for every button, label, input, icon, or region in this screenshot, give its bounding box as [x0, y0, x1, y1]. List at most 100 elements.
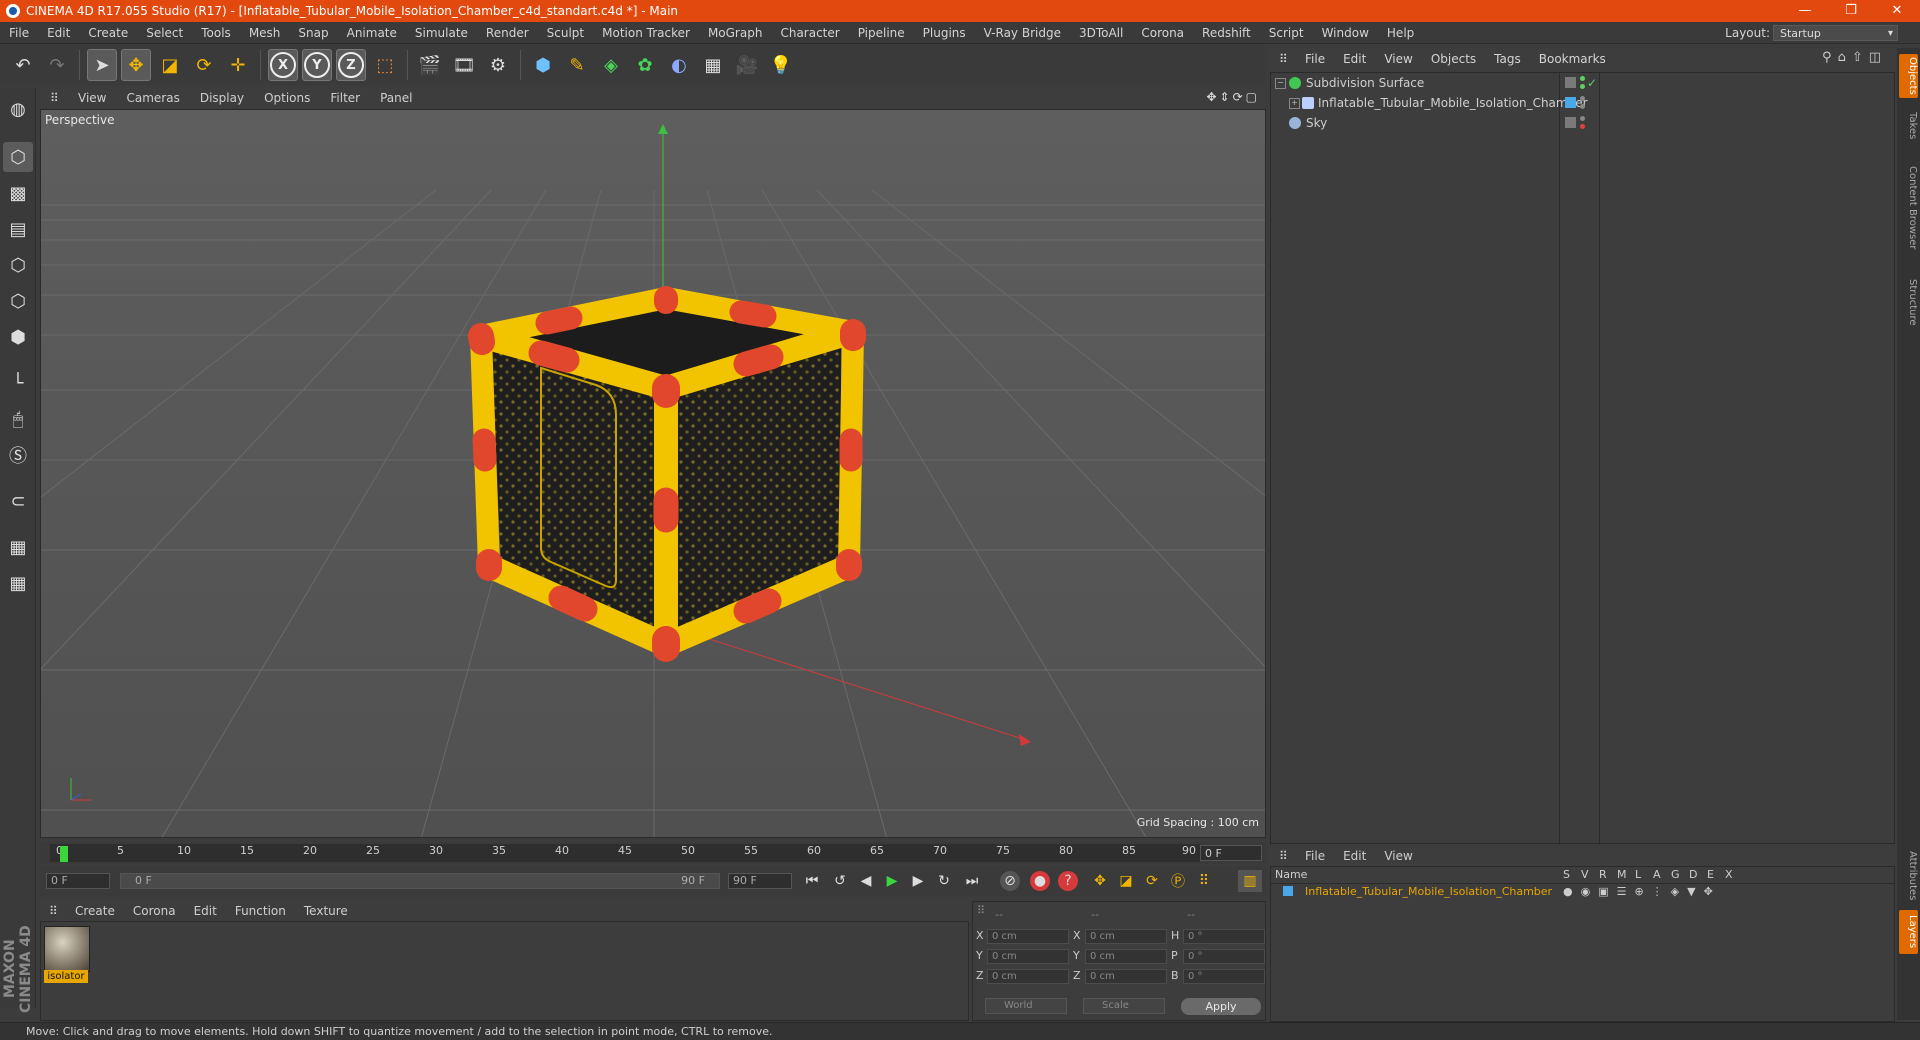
layer-name[interactable]: Inflatable_Tubular_Mobile_Isolation_Cham…	[1305, 885, 1552, 898]
deformer-icon[interactable]: ◐	[664, 49, 694, 81]
menu-tools[interactable]: Tools	[192, 22, 240, 44]
edges-mode-icon[interactable]: ⬡	[3, 286, 33, 316]
timeline-window-icon[interactable]: ▥	[1238, 870, 1262, 892]
menu-3dtoall[interactable]: 3DToAll	[1070, 22, 1132, 44]
keyframe-selection-icon[interactable]: ?	[1058, 871, 1078, 891]
size-z-field[interactable]: 0 cm	[1085, 969, 1167, 984]
pos-x-field[interactable]: 0 cm	[987, 929, 1069, 944]
polygons-mode-icon[interactable]: ⬢	[3, 322, 33, 352]
live-select-icon[interactable]: ✛	[223, 49, 253, 81]
tab-content-browser[interactable]: Content Browser	[1899, 148, 1918, 268]
cube-primitive-icon[interactable]: ⬢	[528, 49, 558, 81]
layer-color-box[interactable]	[1565, 117, 1576, 128]
column-xref[interactable]: X	[1725, 868, 1733, 881]
menu-character[interactable]: Character	[771, 22, 848, 44]
layout-dropdown[interactable]: Startup	[1773, 25, 1898, 42]
menu-plugins[interactable]: Plugins	[914, 22, 975, 44]
timeline-playhead[interactable]	[60, 846, 68, 862]
menu-sculpt[interactable]: Sculpt	[538, 22, 593, 44]
object-row-chamber[interactable]: + Inflatable_Tubular_Mobile_Isolation_Ch…	[1271, 93, 1894, 113]
menu-render[interactable]: Render	[477, 22, 538, 44]
tab-layers[interactable]: Layers	[1899, 910, 1918, 954]
object-manager-search-home-icons[interactable]: ⚲⌂⇧◫	[1822, 50, 1887, 65]
layer-color-box[interactable]	[1565, 77, 1576, 88]
rot-h-field[interactable]: 0 °	[1183, 929, 1265, 944]
editor-visibility-dot[interactable]	[1580, 116, 1585, 121]
column-render[interactable]: R	[1599, 868, 1607, 881]
enabled-check-icon[interactable]: ✓	[1587, 73, 1597, 93]
obj-menu-view[interactable]: View	[1375, 48, 1421, 70]
frame-range-slider[interactable]: 0 F 90 F	[120, 873, 720, 889]
camera-icon[interactable]: 🎥	[732, 49, 762, 81]
menu-create[interactable]: Create	[79, 22, 137, 44]
layer-menu-file[interactable]: File	[1296, 846, 1334, 866]
mat-menu-create[interactable]: Create	[66, 901, 124, 921]
size-x-field[interactable]: 0 cm	[1085, 929, 1167, 944]
menu-simulate[interactable]: Simulate	[406, 22, 477, 44]
menu-motion-tracker[interactable]: Motion Tracker	[593, 22, 699, 44]
column-animation[interactable]: A	[1653, 868, 1661, 881]
menu-redshift[interactable]: Redshift	[1193, 22, 1260, 44]
timeline[interactable]: 0 5 10 15 20 25 30 35 40 45 50 55 60 65 …	[40, 842, 1266, 864]
editor-visibility-dot[interactable]	[1580, 96, 1585, 101]
timeline-ruler[interactable]: 0 5 10 15 20 25 30 35 40 45 50 55 60 65 …	[50, 844, 1200, 862]
editor-visibility-dot[interactable]	[1580, 76, 1585, 81]
layer-toggle-icons[interactable]: ●◉▣☰⊕⋮◈▼✥	[1563, 885, 1721, 898]
redo-icon[interactable]: ↷	[42, 49, 72, 81]
layer-menu-view[interactable]: View	[1375, 846, 1421, 866]
go-to-start-icon[interactable]: ⏮	[800, 870, 824, 892]
menu-mograph[interactable]: MoGraph	[699, 22, 772, 44]
mat-menu-edit[interactable]: Edit	[185, 901, 226, 921]
column-name[interactable]: Name	[1275, 868, 1307, 881]
pos-y-field[interactable]: 0 cm	[987, 949, 1069, 964]
workplane-lock-icon[interactable]: ▦	[3, 532, 33, 562]
menu-vray-bridge[interactable]: V-Ray Bridge	[975, 22, 1070, 44]
scale-key-icon[interactable]: ◪	[1114, 870, 1138, 892]
next-frame-icon[interactable]: ▶	[906, 870, 930, 892]
apply-button[interactable]: Apply	[1181, 998, 1261, 1015]
undo-icon[interactable]: ↶	[8, 49, 38, 81]
size-mode-dropdown[interactable]: Scale	[1083, 998, 1165, 1014]
menu-window[interactable]: Window	[1313, 22, 1378, 44]
obj-menu-tags[interactable]: Tags	[1485, 48, 1530, 70]
pos-z-field[interactable]: 0 cm	[987, 969, 1069, 984]
rotation-key-icon[interactable]: ⟳	[1140, 870, 1164, 892]
tab-structure[interactable]: Structure	[1899, 272, 1918, 332]
close-button[interactable]: ✕	[1874, 0, 1920, 22]
coordinate-space-dropdown[interactable]: World	[985, 998, 1067, 1014]
collapse-toggle[interactable]: −	[1275, 78, 1286, 89]
menu-select[interactable]: Select	[137, 22, 192, 44]
render-visibility-dot[interactable]	[1580, 104, 1585, 109]
z-axis-lock-icon[interactable]: Z	[336, 49, 366, 81]
autokeying-icon[interactable]: ●	[1030, 871, 1050, 891]
menu-edit[interactable]: Edit	[38, 22, 79, 44]
render-view-icon[interactable]: 🎬	[415, 49, 445, 81]
expand-toggle[interactable]: +	[1289, 98, 1300, 109]
object-row-sky[interactable]: Sky	[1271, 113, 1894, 133]
column-solo[interactable]: S	[1563, 868, 1570, 881]
column-generators[interactable]: G	[1671, 868, 1680, 881]
locked-workplane-icon[interactable]: ▦	[3, 568, 33, 598]
object-row-subdivision-surface[interactable]: − Subdivision Surface ✓	[1271, 73, 1894, 93]
start-frame-field[interactable]: 0 F	[46, 873, 110, 889]
menu-corona[interactable]: Corona	[1132, 22, 1193, 44]
material-name[interactable]: isolator	[44, 970, 88, 983]
viewport-menu-view[interactable]: View	[68, 88, 116, 108]
column-expressions[interactable]: E	[1707, 868, 1714, 881]
previous-frame-icon[interactable]: ◀	[854, 870, 878, 892]
position-key-icon[interactable]: ✥	[1088, 870, 1112, 892]
axis-mode-icon[interactable]: └	[3, 368, 33, 398]
previous-key-icon[interactable]: ↺	[828, 870, 852, 892]
texture-mode-icon[interactable]: ▩	[3, 178, 33, 208]
play-forward-icon[interactable]: ▶	[880, 870, 904, 892]
go-to-end-icon[interactable]: ⏭	[960, 870, 984, 892]
render-settings-icon[interactable]: ⚙	[483, 49, 513, 81]
column-deformers[interactable]: D	[1689, 868, 1697, 881]
obj-menu-bookmarks[interactable]: Bookmarks	[1530, 48, 1615, 70]
viewport-menu-display[interactable]: Display	[190, 88, 254, 108]
next-key-icon[interactable]: ↻	[932, 870, 956, 892]
perspective-viewport[interactable]: Perspective Grid Spacing : 100 cm	[40, 109, 1266, 838]
restore-button[interactable]: ❐	[1828, 0, 1874, 22]
floor-environment-icon[interactable]: ▦	[698, 49, 728, 81]
column-view[interactable]: V	[1581, 868, 1589, 881]
